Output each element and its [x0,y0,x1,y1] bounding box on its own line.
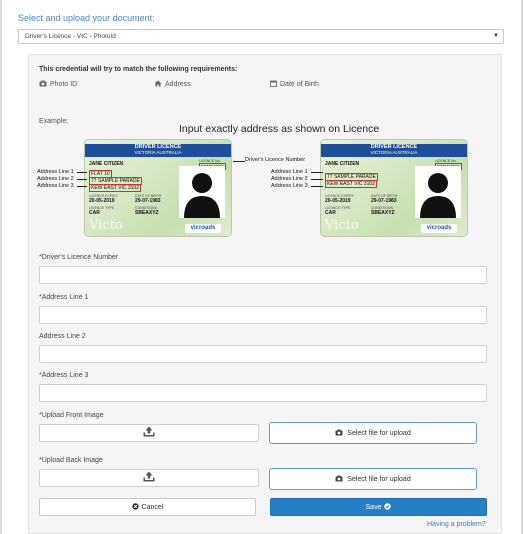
document-panel: This credential will try to match the fo… [28,54,502,534]
save-label: Save [365,503,382,511]
card-header-bar: DRIVER LICENCE VICTORIA AUSTRALIA [85,144,231,157]
card-header-bar: DRIVER LICENCE VICTORIA AUSTRALIA [321,144,467,157]
card-type: CAR [325,210,336,216]
card-dob: 29-07-1983 [371,198,397,204]
callout-line [311,172,323,173]
callout-line [311,179,323,180]
requirement-address: Address [154,80,191,89]
licence-number-label: *Driver's Licence Number [39,254,119,261]
card-subheader: VICTORIA AUSTRALIA [134,150,182,155]
licence-example-card-1: DRIVER LICENCE VICTORIA AUSTRALIA JANE C… [84,139,232,237]
upload-front-dropzone[interactable] [39,424,259,442]
upload-front-label: *Upload Front Image [39,412,104,419]
address-line-2-input[interactable] [39,345,487,363]
address-line-1-label: *Address Line 1 [39,294,89,301]
cancel-circle-icon [131,502,139,512]
callout-line [77,186,87,187]
upload-back-dropzone[interactable] [39,469,259,487]
card-subheader: VICTORIA AUSTRALIA [370,150,418,155]
address-line-2-label: Address Line 2 [39,333,86,340]
card-brand-logo: vicroads [421,224,457,233]
example-title: Input exactly address as shown on Licenc… [179,123,380,135]
callout-line [233,161,245,162]
camera-icon [39,80,47,89]
select-back-file-button[interactable]: Select file for upload [269,468,477,490]
card-name: JANE CITIZEN [89,161,124,167]
person-silhouette-icon [179,166,225,218]
card-type: CAR [89,210,100,216]
card-watermark: Victo [325,218,359,233]
requirement-photo-id: Photo ID [39,80,77,89]
card-expiry: 20-05-2019 [89,198,115,204]
upload-icon [143,424,155,442]
select-front-file-button[interactable]: Select file for upload [269,422,477,444]
check-circle-icon [384,502,392,512]
card-dob: 29-07-1983 [135,198,161,204]
callout-address-line-1: Address Line 1 [37,169,74,175]
card-conditions: SBEAXYZ [135,210,159,216]
card-address-line-2: KEW EAST VIC 3102 [325,180,377,188]
upload-back-label: *Upload Back Image [39,457,103,464]
callout-address-line-3: Address Line 3 [37,183,74,189]
calendar-icon [270,80,277,89]
requirements-title: This credential will try to match the fo… [39,66,238,73]
requirement-label: Photo ID [50,81,78,88]
callout-licence-number: Driver's Licence Number [245,157,306,163]
address-line-3-input[interactable] [39,384,487,402]
select-file-label: Select file for upload [347,475,411,483]
requirement-dob: Date of Birth [270,80,319,89]
card-address-line-3: KEW EAST VIC 3102 [89,184,141,192]
cancel-button[interactable]: Cancel [39,498,256,516]
caret-down-icon: ▼ [493,33,499,39]
having-a-problem-link[interactable]: Having a problem? [427,521,486,528]
requirement-label: Date of Birth [280,81,319,88]
address-line-1-input[interactable] [39,306,487,324]
callout-address-line-2: Address Line 2 [37,176,74,182]
page-border-left [0,0,2,534]
card-name: JANE CITIZEN [325,161,360,167]
example-label: Example: [39,118,69,125]
cancel-label: Cancel [141,503,164,511]
page-heading: Select and upload your document: [18,13,155,23]
callout-address-line-2: Address Line 2 [271,176,308,182]
camera-icon [335,429,343,438]
document-type-value: Driver's Licence - VIC - PhotoId [25,33,116,40]
select-file-label: Select file for upload [347,429,411,437]
callout-address-line-1: Address Line 1 [271,169,308,175]
person-silhouette-icon [415,166,461,218]
card-expiry: 20-05-2019 [325,198,351,204]
callout-address-line-3: Address Line 3 [271,183,308,189]
callout-line [77,179,87,180]
upload-icon [143,469,155,487]
callout-line [311,186,323,187]
card-brand-logo: vicroads [185,224,221,233]
address-line-3-label: *Address Line 3 [39,372,89,379]
licence-number-input[interactable] [39,266,487,284]
save-button[interactable]: Save [270,498,487,516]
callout-line [77,172,87,173]
home-icon [154,80,162,89]
card-conditions: SBEAXYZ [371,210,395,216]
card-watermark: Victo [89,218,123,233]
camera-icon [335,475,343,484]
requirement-label: Address [165,81,191,88]
licence-example-card-2: DRIVER LICENCE VICTORIA AUSTRALIA JANE C… [320,139,468,237]
document-type-select[interactable]: Driver's Licence - VIC - PhotoId ▼ [18,29,504,44]
